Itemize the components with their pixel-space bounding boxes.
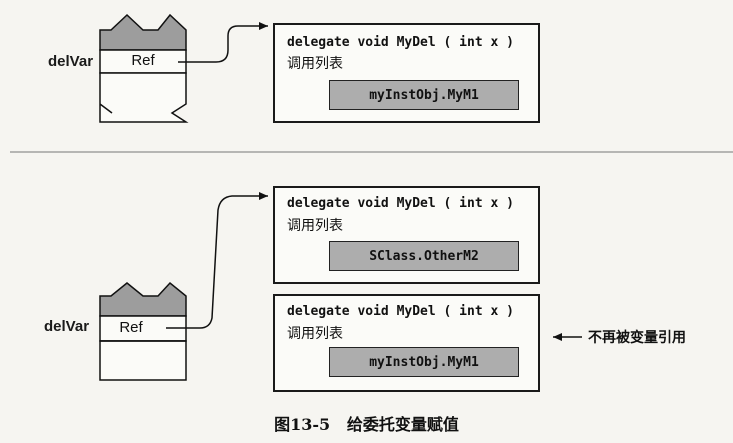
delegate-object-top: delegate void MyDel ( int x ) 调用列表 myIns… xyxy=(273,23,540,123)
variable-label-top: delVar xyxy=(48,53,94,70)
method-entry: myInstObj.MyM1 xyxy=(329,80,519,110)
delegate-declaration: delegate void MyDel ( int x ) xyxy=(287,196,514,211)
figure-caption: 图13-5 给委托变量赋值 xyxy=(274,415,459,434)
ref-label-top: Ref xyxy=(131,52,155,69)
delegate-declaration: delegate void MyDel ( int x ) xyxy=(287,35,514,50)
ref-label-bottom: Ref xyxy=(119,319,143,336)
variable-label-bottom: delVar xyxy=(44,318,90,335)
method-entry: myInstObj.MyM1 xyxy=(329,347,519,377)
delegate-object-old: delegate void MyDel ( int x ) 调用列表 myIns… xyxy=(273,294,540,392)
invocation-list-title: 调用列表 xyxy=(287,326,343,342)
delegate-object-new: delegate void MyDel ( int x ) 调用列表 SClas… xyxy=(273,186,540,284)
reference-arrow-top xyxy=(178,22,268,63)
invocation-list-title: 调用列表 xyxy=(287,56,343,72)
invocation-list-title: 调用列表 xyxy=(287,218,343,234)
delegate-declaration: delegate void MyDel ( int x ) xyxy=(287,304,514,319)
unreferenced-note: 不再被变量引用 xyxy=(588,330,686,346)
method-entry: SClass.OtherM2 xyxy=(329,241,519,271)
